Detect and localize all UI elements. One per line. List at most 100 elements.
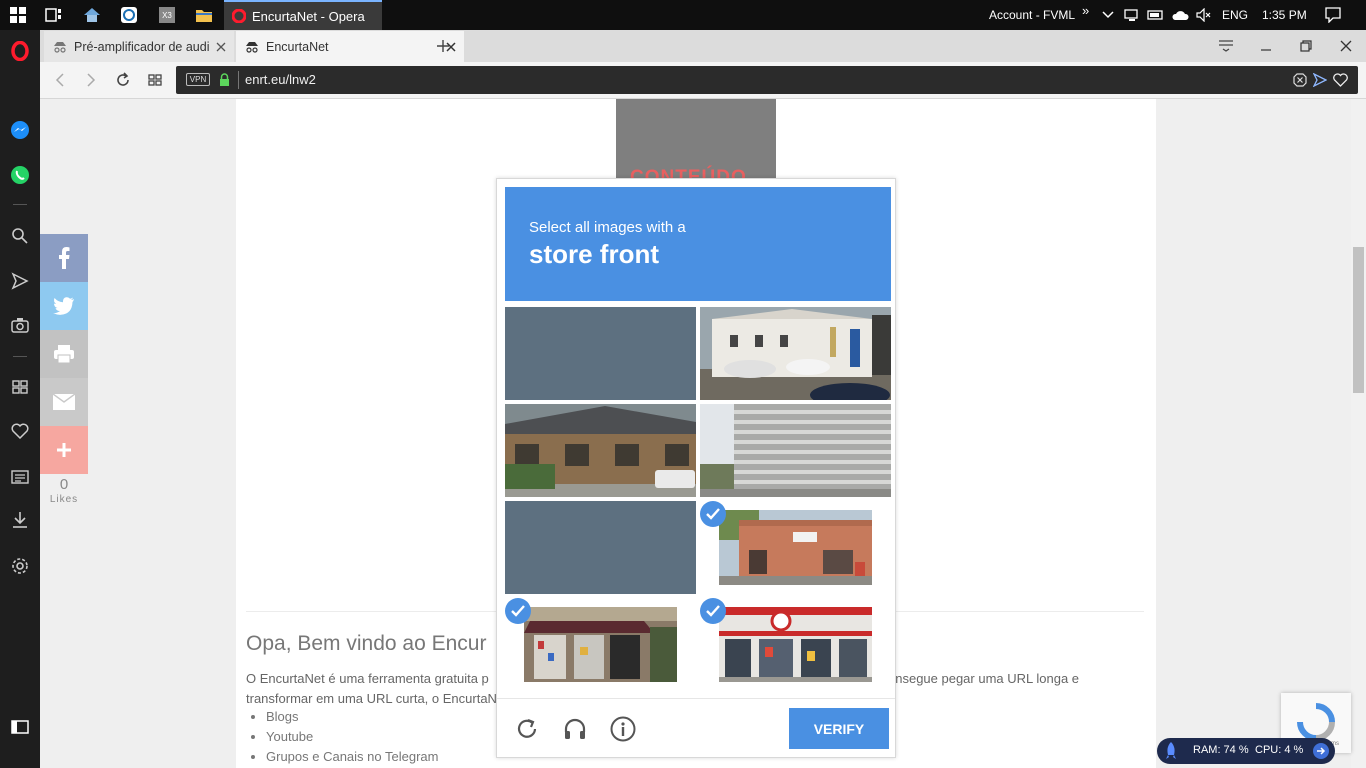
scrollbar-thumb[interactable] (1353, 247, 1364, 393)
forward-icon[interactable] (81, 70, 101, 90)
taskbar-opera-app[interactable]: EncurtaNet - Opera (224, 0, 382, 30)
downloads-icon[interactable] (9, 509, 31, 531)
language-indicator[interactable]: ENG (1222, 8, 1248, 22)
checkmark-icon (700, 501, 726, 527)
close-icon[interactable] (216, 42, 226, 52)
heart-icon[interactable] (9, 420, 31, 442)
email-share-button[interactable] (40, 378, 88, 426)
system-monitor-widget[interactable]: RAM: 74 % CPU: 4 % (1157, 738, 1335, 764)
reload-icon[interactable] (113, 70, 133, 90)
blank-tile-image (505, 501, 696, 594)
office-building-image (700, 404, 891, 497)
lock-icon[interactable] (219, 73, 230, 86)
article-text: O EncurtaNet é uma ferramenta gratuita p (246, 671, 489, 686)
tab-strip: Pré-amplificador de audio EncurtaNet (40, 30, 1366, 62)
messenger-icon[interactable] (9, 119, 31, 141)
close-window-icon[interactable] (1335, 36, 1357, 56)
ad-banner[interactable]: CONTEÚDO (616, 99, 776, 189)
tab-menu-icon[interactable] (1215, 36, 1237, 56)
audio-challenge-icon[interactable] (561, 715, 589, 743)
task-view-icon[interactable] (44, 5, 64, 25)
captcha-prompt: Select all images with a (529, 219, 686, 236)
print-share-button[interactable] (40, 330, 88, 378)
settings-gear-icon[interactable] (9, 555, 31, 577)
ad-block-icon[interactable] (1293, 73, 1307, 87)
sidebar-toggle-icon[interactable] (9, 716, 31, 738)
url-divider (238, 71, 239, 89)
tab-encurtanet[interactable]: EncurtaNet (236, 31, 464, 62)
captcha-tile-selected[interactable] (700, 501, 891, 594)
network-icon[interactable] (1122, 5, 1142, 25)
article-text: transformar em uma URL curta, o EncurtaN (246, 691, 497, 706)
send-to-flow-icon[interactable] (1313, 73, 1327, 87)
list-item: Blogs (266, 709, 438, 729)
refresh-icon[interactable] (513, 715, 541, 743)
article-heading: Opa, Bem vindo ao Encur (246, 632, 487, 655)
wood-house-image (505, 404, 696, 497)
url-text[interactable]: enrt.eu/lnw2 (245, 72, 316, 87)
battery-icon[interactable] (1146, 5, 1166, 25)
share-bar (40, 234, 88, 474)
back-icon[interactable] (50, 70, 70, 90)
ram-usage: RAM: 74 % (1193, 744, 1249, 756)
file-explorer-icon[interactable] (194, 5, 214, 25)
chevron-down-icon[interactable] (1098, 5, 1118, 25)
new-tab-icon[interactable] (432, 36, 454, 56)
camera-icon[interactable] (9, 314, 31, 336)
minimize-icon[interactable] (1255, 36, 1277, 56)
brick-store-image (719, 510, 872, 585)
tab-pre-amplificador[interactable]: Pré-amplificador de audio (44, 31, 234, 62)
clock[interactable]: 1:35 PM (1262, 8, 1307, 22)
captcha-tile[interactable] (700, 307, 891, 400)
captcha-tile-selected[interactable] (505, 598, 696, 691)
recaptcha-logo-icon (1297, 703, 1335, 741)
checkmark-icon (700, 598, 726, 624)
arrow-right-icon[interactable] (1313, 743, 1329, 759)
info-icon[interactable] (609, 715, 637, 743)
browser-app-icon[interactable] (119, 5, 139, 25)
captcha-tile[interactable] (505, 501, 696, 594)
captcha-header: Select all images with a store front (505, 187, 891, 301)
captcha-tile[interactable] (505, 307, 696, 400)
tray-overflow-icon[interactable]: » (1082, 3, 1089, 18)
spy-icon (246, 41, 258, 53)
speed-dial-icon[interactable] (9, 376, 31, 398)
sidebar-divider (13, 204, 27, 205)
blank-tile-image (505, 307, 696, 400)
tab-grid-icon[interactable] (145, 70, 165, 90)
restore-icon[interactable] (1295, 36, 1317, 56)
tab-title: Pré-amplificador de audio (74, 39, 210, 54)
windows-start-icon[interactable] (8, 5, 28, 25)
account-label[interactable]: Account - FVML (989, 8, 1075, 22)
onedrive-icon[interactable] (1170, 5, 1190, 25)
list-item: Youtube (266, 729, 438, 749)
vpn-badge[interactable]: VPN (186, 73, 210, 86)
opera-logo-icon (232, 9, 246, 23)
captcha-tile-selected[interactable] (700, 598, 891, 691)
whatsapp-icon[interactable] (9, 164, 31, 186)
cpu-usage: CPU: 4 % (1255, 744, 1304, 756)
news-icon[interactable] (9, 466, 31, 488)
more-share-button[interactable] (40, 426, 88, 474)
opera-menu-icon[interactable] (9, 40, 31, 62)
facebook-icon (59, 247, 70, 269)
verify-button[interactable]: VERIFY (789, 708, 889, 749)
captcha-tile[interactable] (700, 404, 891, 497)
pinned-x3-icon[interactable]: X3 (157, 5, 177, 25)
volume-muted-icon[interactable] (1194, 5, 1214, 25)
pinned-app-icon[interactable] (82, 5, 102, 25)
bookmark-heart-icon[interactable] (1333, 73, 1348, 87)
action-center-icon[interactable] (1323, 5, 1343, 25)
taskbar-app-title: EncurtaNet - Opera (252, 8, 365, 24)
address-bar[interactable]: VPN enrt.eu/lnw2 (176, 66, 1358, 94)
print-icon (54, 345, 74, 364)
twitter-share-button[interactable] (40, 282, 88, 330)
captcha-target: store front (529, 239, 659, 269)
search-icon[interactable] (9, 225, 31, 247)
send-icon[interactable] (9, 270, 31, 292)
page-scrollbar[interactable] (1351, 99, 1366, 768)
likes-label: Likes (49, 494, 79, 505)
facebook-share-button[interactable] (40, 234, 88, 282)
rocket-icon (1166, 742, 1176, 759)
captcha-tile[interactable] (505, 404, 696, 497)
